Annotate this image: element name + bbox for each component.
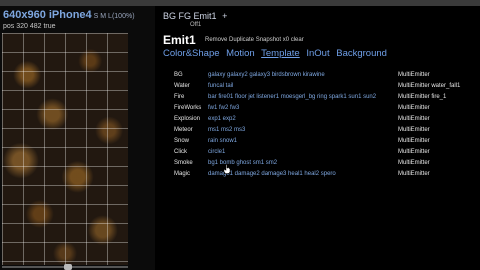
emitter-type: MultiEmitter (398, 72, 430, 78)
template-list: BG galaxy galaxy2 galaxy3 birdsbrown kir… (174, 70, 480, 180)
category-label: Snow (174, 138, 190, 144)
category-label: Fire (174, 94, 185, 100)
offset-label: Off1 (190, 22, 202, 28)
template-links[interactable]: exp1 exp2 (208, 114, 236, 125)
emitter-selector[interactable]: Emit1 (194, 11, 217, 21)
device-title: 640x960 iPhone4 S M L(100%) (3, 9, 135, 21)
tab-motion[interactable]: Motion (226, 48, 255, 59)
emitter-type: MultiEmitter (398, 149, 430, 155)
layer-selector: BG FG Emit1 + (163, 11, 227, 21)
category-label: Smoke (174, 160, 193, 166)
emitter-type: MultiEmitter (398, 127, 430, 133)
tab-inout[interactable]: InOut (306, 48, 329, 59)
zoom-size-options[interactable]: S M L(100%) (94, 13, 135, 20)
template-links[interactable]: ms1 ms2 ms3 (208, 125, 245, 136)
category-label: Water (174, 83, 190, 89)
emitter-title: Emit1 (163, 33, 196, 47)
add-emitter-button[interactable]: + (222, 11, 227, 21)
category-label: Explosion (174, 116, 201, 122)
particle-preview-canvas[interactable] (2, 33, 128, 265)
device-size-label: 640x960 iPhone4 (3, 9, 92, 21)
template-row-click: Click circle1 MultiEmitter (174, 147, 480, 158)
template-row-meteor: Meteor ms1 ms2 ms3 MultiEmitter (174, 125, 480, 136)
category-label: FireWorks (174, 105, 202, 111)
template-row-explosion: Explosion exp1 exp2 MultiEmitter (174, 114, 480, 125)
pointer-hand-icon (223, 164, 231, 174)
template-links[interactable]: funcal tail (208, 81, 233, 92)
template-row-snow: Snow rain snow1 MultiEmitter (174, 136, 480, 147)
template-row-bg: BG galaxy galaxy2 galaxy3 birdsbrown kir… (174, 70, 480, 81)
tab-color-shape[interactable]: Color&Shape (163, 48, 220, 59)
category-label: Magic (174, 171, 191, 177)
template-row-smoke: Smoke bg1 bomb ghost sm1 sm2 MultiEmitte… (174, 158, 480, 169)
template-row-fireworks: FireWorks fw1 fw2 fw3 MultiEmitter (174, 103, 480, 114)
emitter-type: MultiEmitter (398, 138, 430, 144)
position-readout: pos 320 482 true (3, 23, 56, 30)
editor-tabs: Color&Shape Motion Template InOut Backgr… (163, 48, 391, 59)
category-label: Meteor (174, 127, 193, 133)
emitter-type: MultiEmitter (398, 160, 430, 166)
template-links[interactable]: circle1 (208, 147, 225, 158)
tab-template[interactable]: Template (261, 48, 300, 59)
emitter-actions[interactable]: Remove Duplicate Snapshot x0 clear (205, 37, 304, 43)
template-row-water: Water funcal tail MultiEmitter water_fal… (174, 81, 480, 92)
emitter-type: MultiEmitter (398, 116, 430, 122)
template-links[interactable]: galaxy galaxy2 galaxy3 birdsbrown kirawi… (208, 70, 325, 81)
category-label: Click (174, 149, 187, 155)
category-label: BG (174, 72, 183, 78)
emitter-type: MultiEmitter (398, 171, 430, 177)
template-links[interactable]: fw1 fw2 fw3 (208, 103, 239, 114)
bg-fg-toggle[interactable]: BG FG (163, 11, 191, 21)
tab-background[interactable]: Background (336, 48, 387, 59)
emitter-type: MultiEmitter fire_1 (398, 94, 447, 100)
emitter-type: MultiEmitter (398, 105, 430, 111)
template-links[interactable]: rain snow1 (208, 136, 237, 147)
template-row-magic: Magic damage1 damage2 damage3 heal1 heal… (174, 169, 480, 180)
template-row-fire: Fire bar fire01 floor jet listener1 moes… (174, 92, 480, 103)
emitter-type: MultiEmitter water_fall1 (398, 83, 461, 89)
timeline-slider-knob[interactable] (64, 264, 72, 270)
template-links[interactable]: bg1 bomb ghost sm1 sm2 (208, 158, 277, 169)
template-links[interactable]: bar fire01 floor jet listener1 moesgerl_… (208, 92, 376, 103)
